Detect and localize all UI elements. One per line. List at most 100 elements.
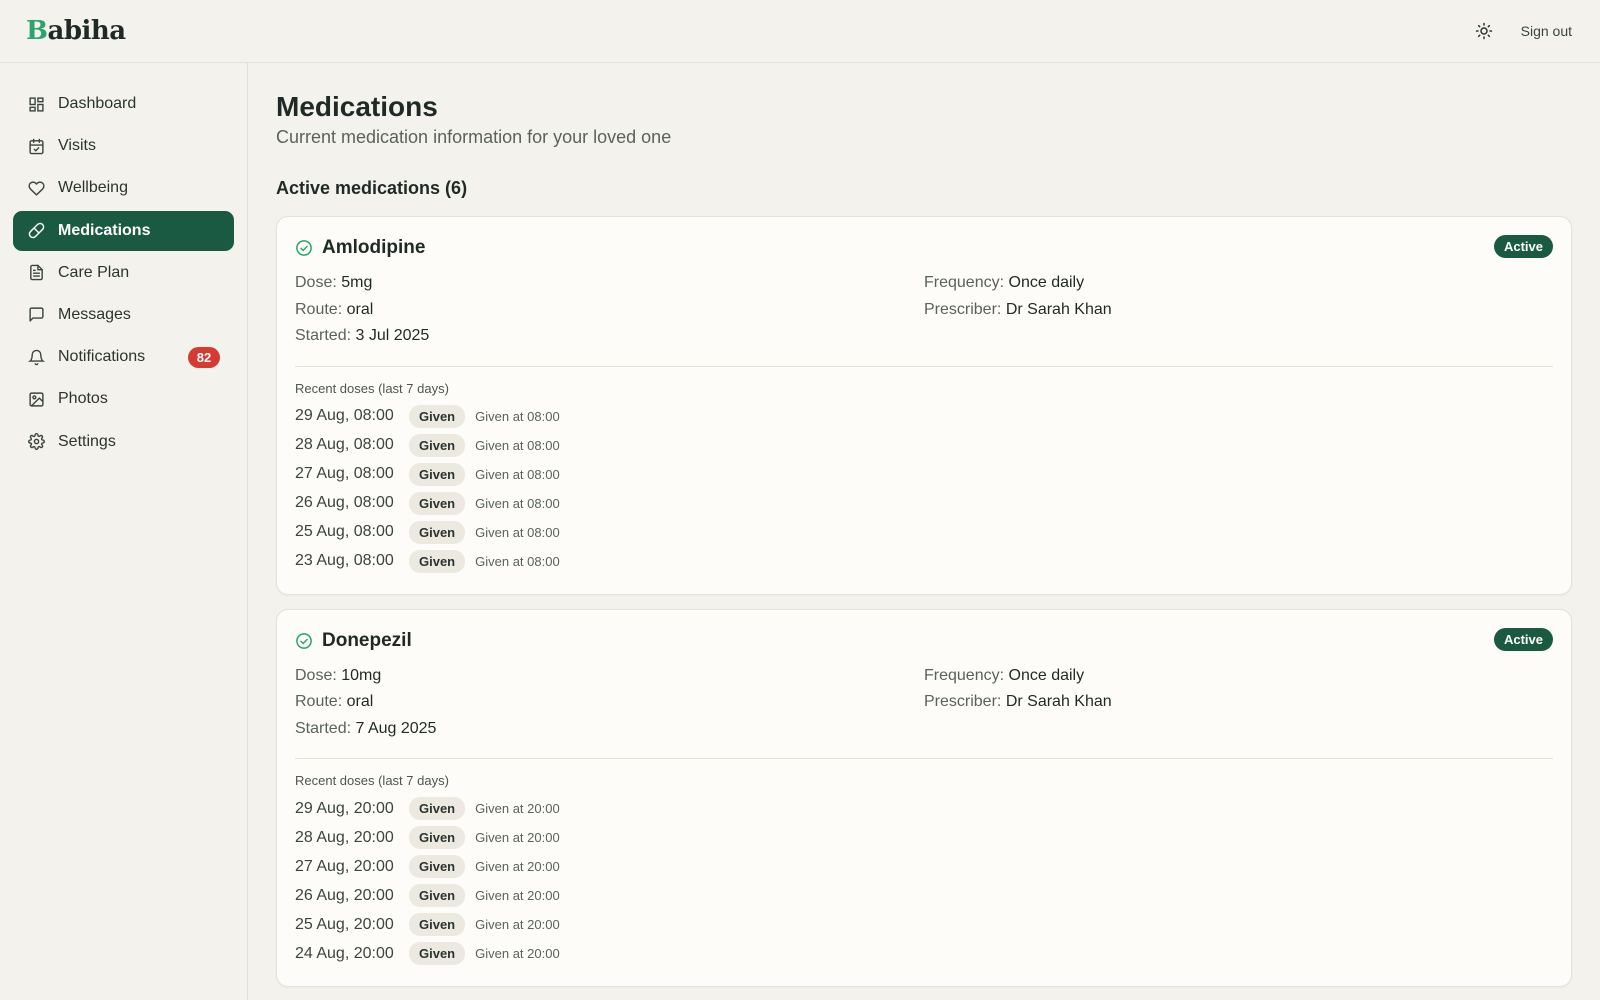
- sidebar-item-messages[interactable]: Messages: [13, 295, 234, 335]
- sidebar: Dashboard Visits Wellbeing Medications C…: [0, 63, 248, 1000]
- dose-entry: 25 Aug, 08:00 Given Given at 08:00: [295, 518, 1553, 547]
- dose-row: Dose: 5mg: [295, 274, 373, 291]
- prescriber-row: Prescriber: Dr Sarah Khan: [924, 693, 1112, 710]
- page-title: Medications: [276, 91, 438, 122]
- route-value: oral: [346, 693, 374, 710]
- dose-value: 5mg: [341, 274, 373, 291]
- given-badge: Given: [409, 942, 466, 965]
- dose-entry: 26 Aug, 08:00 Given Given at 08:00: [295, 489, 1553, 518]
- dose-value: 10mg: [341, 666, 382, 684]
- started-value: 7 Aug 2025: [355, 719, 437, 737]
- dose-entry: 23 Aug, 08:00 Given Given at 08:00: [295, 547, 1553, 576]
- status-badge: Active: [1493, 235, 1553, 258]
- medication-details: Dose: 5mg Route: oral Started: 3 Jul 202…: [295, 270, 1553, 350]
- given-badge: Given: [409, 797, 466, 820]
- check-circle-icon: [295, 239, 313, 257]
- calendar-icon: [27, 137, 45, 155]
- divider: [295, 758, 1553, 759]
- dose-entry: 28 Aug, 20:00 Given Given at 20:00: [295, 823, 1553, 852]
- medication-details: Dose: 10mg Route: oral Started: 7 Aug 20…: [295, 663, 1553, 743]
- status-badge: Active: [1493, 627, 1553, 651]
- given-badge: Given: [409, 433, 466, 457]
- prescriber-row: Prescriber: Dr Sarah Khan: [924, 300, 1112, 318]
- logo-initial: B: [26, 16, 48, 46]
- given-badge: Given: [409, 884, 466, 907]
- sidebar-item-notifications[interactable]: Notifications 82: [13, 337, 234, 377]
- dose-entry: 24 Aug, 20:00 Given Given at 20:00: [295, 939, 1553, 968]
- gear-icon: [27, 433, 45, 451]
- dose-entry: 27 Aug, 20:00 Given Given at 20:00: [295, 852, 1553, 881]
- sidebar-item-label: Settings: [58, 432, 116, 450]
- sidebar-item-wellbeing[interactable]: Wellbeing: [13, 168, 234, 208]
- started-value: 3 Jul 2025: [355, 327, 430, 344]
- sidebar-item-medications[interactable]: Medications: [13, 210, 234, 251]
- frequency-row: Frequency: Once daily: [924, 274, 1085, 291]
- medication-card: Amlodipine Active Dose: 5mg Route: oral …: [276, 216, 1572, 595]
- prescriber-value: Dr Sarah Khan: [1005, 300, 1112, 318]
- route-value: oral: [346, 300, 374, 318]
- document-icon: [27, 264, 45, 282]
- photo-icon: [27, 390, 45, 408]
- top-bar: Babiha Sign out: [0, 0, 1600, 63]
- dose-row: Dose: 10mg: [295, 666, 382, 684]
- frequency-value: Once daily: [1008, 274, 1085, 291]
- sidebar-item-label: Visits: [58, 137, 96, 155]
- sidebar-item-label: Messages: [58, 305, 131, 323]
- medication-card-header: Donepezil: [295, 630, 1553, 652]
- started-row: Started: 7 Aug 2025: [295, 719, 437, 737]
- dashboard-icon: [27, 95, 45, 113]
- heart-icon: [27, 179, 45, 197]
- medication-name: Donepezil: [322, 629, 412, 651]
- dose-entry: 25 Aug, 20:00 Given Given at 20:00: [295, 910, 1553, 939]
- frequency-row: Frequency: Once daily: [924, 666, 1085, 684]
- main-content: Medications Current medication informati…: [276, 63, 1572, 987]
- given-badge: Given: [409, 549, 466, 573]
- section-title: Active medications (6): [276, 178, 468, 198]
- given-badge: Given: [409, 462, 466, 486]
- given-badge: Given: [409, 913, 466, 936]
- sidebar-item-label: Photos: [58, 390, 108, 408]
- sidebar-item-label: Dashboard: [58, 95, 137, 112]
- sun-icon[interactable]: [1473, 20, 1495, 42]
- sign-out-button[interactable]: Sign out: [1521, 23, 1572, 39]
- sidebar-item-care-plan[interactable]: Care Plan: [13, 253, 234, 293]
- sidebar-item-dashboard[interactable]: Dashboard: [13, 84, 234, 124]
- given-badge: Given: [409, 855, 466, 878]
- recent-doses-title: Recent doses (last 7 days): [295, 380, 449, 396]
- medication-card: Donepezil Active Dose: 10mg Route: oral …: [276, 608, 1572, 987]
- medication-name: Amlodipine: [322, 237, 426, 258]
- dose-entry: 29 Aug, 20:00 Given Given at 20:00: [295, 794, 1553, 823]
- frequency-value: Once daily: [1008, 666, 1085, 684]
- bell-icon: [27, 348, 45, 366]
- started-row: Started: 3 Jul 2025: [295, 327, 430, 344]
- dose-entry: 26 Aug, 20:00 Given Given at 20:00: [295, 881, 1553, 910]
- route-row: Route: oral: [295, 693, 374, 710]
- sidebar-item-photos[interactable]: Photos: [13, 379, 234, 419]
- app-logo[interactable]: Babiha: [26, 16, 126, 46]
- route-row: Route: oral: [295, 300, 374, 318]
- sidebar-item-settings[interactable]: Settings: [13, 422, 234, 462]
- medication-card-header: Amlodipine: [295, 237, 1553, 259]
- given-badge: Given: [409, 520, 466, 544]
- given-badge: Given: [409, 404, 466, 428]
- sidebar-item-visits[interactable]: Visits: [13, 126, 234, 166]
- message-icon: [27, 306, 45, 324]
- divider: [295, 365, 1553, 367]
- sidebar-item-label: Medications: [58, 221, 151, 239]
- top-bar-actions: Sign out: [1473, 20, 1572, 42]
- sidebar-item-label: Care Plan: [58, 263, 130, 281]
- check-circle-icon: [295, 632, 313, 650]
- given-badge: Given: [409, 491, 466, 515]
- sidebar-item-label: Notifications: [58, 348, 146, 366]
- sidebar-item-label: Wellbeing: [58, 179, 128, 197]
- page-subtitle: Current medication information for your …: [276, 127, 672, 147]
- given-badge: Given: [409, 826, 466, 849]
- logo-text: abiha: [47, 16, 126, 46]
- recent-doses-title: Recent doses (last 7 days): [295, 773, 449, 788]
- dose-entry: 28 Aug, 08:00 Given Given at 08:00: [295, 431, 1553, 460]
- prescriber-value: Dr Sarah Khan: [1005, 693, 1112, 710]
- dose-entry: 29 Aug, 08:00 Given Given at 08:00: [295, 402, 1553, 431]
- pill-icon: [27, 222, 45, 240]
- dose-entry: 27 Aug, 08:00 Given Given at 08:00: [295, 460, 1553, 489]
- notifications-count-badge: 82: [188, 346, 220, 368]
